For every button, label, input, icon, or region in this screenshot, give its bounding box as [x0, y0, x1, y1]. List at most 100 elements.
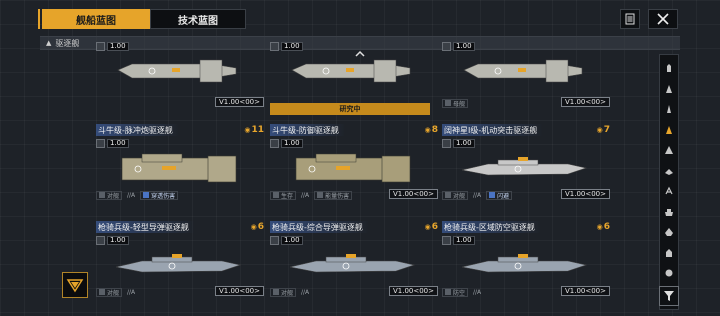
- tag-icon: [99, 192, 105, 198]
- ship-card[interactable]: 1.00 V1.00<00>: [96, 42, 264, 118]
- close-button[interactable]: [648, 9, 678, 29]
- ship-image: [295, 153, 411, 183]
- ship-image: [115, 254, 242, 273]
- filter-support[interactable]: [660, 244, 678, 262]
- tag-label: 生存: [281, 192, 294, 200]
- ship-tag: //A: [471, 191, 483, 200]
- blueprint-version: V1.00<00>: [560, 189, 610, 199]
- filter-cruiser[interactable]: [660, 141, 678, 159]
- level-icon: [96, 42, 105, 51]
- ship-card[interactable]: 枪骑兵级-轻型导弹驱逐舰 ◉ 6 1.00 对舰 //A V1.00<00>: [96, 221, 264, 297]
- level-value: 1.00: [281, 139, 303, 148]
- ship-title: 斗牛级-防御驱逐舰: [270, 124, 345, 136]
- support-icon: [666, 248, 672, 257]
- blueprint-version: V1.00<00>: [560, 97, 610, 107]
- ship-card[interactable]: 1.00 母舰 V1.00<00>: [442, 42, 610, 118]
- filter-battleship[interactable]: [660, 223, 678, 241]
- blueprint-count-value: 8: [431, 125, 438, 135]
- blueprint-version: V1.00<00>: [214, 286, 264, 296]
- ship-tag: 防空: [442, 287, 469, 297]
- blueprint-icon: ◉: [596, 223, 603, 231]
- tag-label: 母舰: [453, 100, 466, 108]
- tag-icon: [273, 289, 279, 295]
- level-icon: [270, 139, 279, 148]
- ship-title: 阔神星I级-机动突击驱逐舰: [442, 124, 544, 136]
- ship-card[interactable]: 斗牛级-脉冲炮驱逐舰 ◉ 11 1.00 对舰 //A 穿透伤害: [96, 124, 264, 200]
- document-button[interactable]: [620, 9, 640, 29]
- emblem-icon: [66, 279, 84, 293]
- blueprint-count: ◉ 8: [425, 125, 438, 135]
- level-value: 1.00: [107, 236, 129, 245]
- level-value: 1.00: [453, 139, 475, 148]
- filter-carrier[interactable]: [660, 203, 678, 221]
- tag-label: //A: [301, 288, 310, 296]
- level-icon: [442, 42, 451, 51]
- blueprint-count: ◉ 6: [251, 222, 264, 232]
- ship-tag: 对舰: [96, 190, 123, 200]
- blueprint-level: 1.00: [96, 139, 129, 148]
- filter-destroyer[interactable]: [660, 121, 678, 139]
- tab-ship-blueprint[interactable]: 舰船蓝图: [38, 9, 150, 29]
- level-icon: [96, 236, 105, 245]
- tag-icon: [99, 289, 105, 295]
- level-icon: [442, 139, 451, 148]
- battleship-icon: [665, 228, 673, 236]
- filter-auxiliary[interactable]: [660, 182, 678, 200]
- tag-label: 防空: [453, 289, 466, 297]
- level-value: 1.00: [281, 236, 303, 245]
- blueprint-level: 1.00: [270, 236, 303, 245]
- tag-label: //A: [127, 288, 136, 296]
- blueprint-level: 1.00: [96, 236, 129, 245]
- tag-icon: [273, 192, 279, 198]
- ship-card[interactable]: 枪骑兵级-综合导弹驱逐舰 ◉ 6 1.00 对舰 //A V1.00<00>: [270, 221, 438, 297]
- frigate-icon: [666, 84, 672, 93]
- battlecruiser-icon: [665, 168, 673, 175]
- ship-tags: 对舰 //A 闪避: [442, 190, 513, 200]
- level-value: 1.00: [107, 139, 129, 148]
- tag-icon: [445, 289, 451, 295]
- ship-tag: 闪避: [486, 190, 513, 200]
- tag-label: 闪避: [497, 192, 510, 200]
- blueprint-version: V1.00<00>: [388, 189, 438, 199]
- filter-battlecruiser[interactable]: [660, 162, 678, 180]
- filter-frigate[interactable]: [660, 80, 678, 98]
- blueprint-count-value: 7: [603, 125, 610, 135]
- tag-icon: [143, 192, 150, 198]
- tag-label: 能量伤害: [325, 192, 350, 200]
- level-icon: [442, 236, 451, 245]
- top-bar: 舰船蓝图 技术蓝图: [0, 0, 720, 34]
- ship-tags: 防空 //A: [442, 287, 483, 297]
- ship-tag: 母舰: [442, 98, 469, 108]
- blueprint-count: ◉ 7: [597, 125, 610, 135]
- filter-corvette[interactable]: [660, 100, 678, 118]
- ship-tag: 对舰: [96, 287, 123, 297]
- blueprint-level: 1.00: [270, 139, 303, 148]
- corvette-icon: [667, 105, 671, 113]
- document-icon: [625, 13, 635, 25]
- ship-title: 枪骑兵级-区域防空驱逐舰: [442, 221, 541, 233]
- ship-card[interactable]: 枪骑兵级-区域防空驱逐舰 ◉ 6 1.00 防空 //A V1.00<00>: [442, 221, 610, 297]
- filter-other[interactable]: [660, 264, 678, 282]
- tag-icon: [317, 192, 324, 198]
- ship-card[interactable]: 斗牛级-防御驱逐舰 ◉ 8 1.00 生存 //A 能量伤害 V1.00<00>: [270, 124, 438, 200]
- ship-tags: 生存 //A 能量伤害: [270, 190, 353, 200]
- level-value: 1.00: [453, 236, 475, 245]
- ship-tag: 生存: [270, 190, 297, 200]
- filter-button[interactable]: [659, 286, 679, 306]
- ship-tags: 对舰 //A 穿透伤害: [96, 190, 179, 200]
- filter-all-ship[interactable]: [660, 59, 678, 77]
- tag-label: //A: [473, 288, 482, 296]
- ship-image: [117, 59, 237, 83]
- fleet-emblem[interactable]: [62, 272, 88, 298]
- ship-card[interactable]: 阔神星I级-机动突击驱逐舰 ◉ 7 1.00 对舰 //A 闪避 V1.00<00>: [442, 124, 610, 200]
- ship-tag: //A: [125, 288, 137, 297]
- level-icon: [96, 139, 105, 148]
- tag-icon: [445, 100, 451, 106]
- tag-label: 对舰: [281, 289, 294, 297]
- tag-label: 穿透伤害: [151, 192, 176, 200]
- tab-tech-blueprint[interactable]: 技术蓝图: [150, 9, 246, 29]
- ship-tag: 能量伤害: [314, 190, 353, 200]
- ship-image: [461, 254, 588, 273]
- ship-title: 枪骑兵级-综合导弹驱逐舰: [270, 221, 369, 233]
- other-icon: [665, 269, 673, 277]
